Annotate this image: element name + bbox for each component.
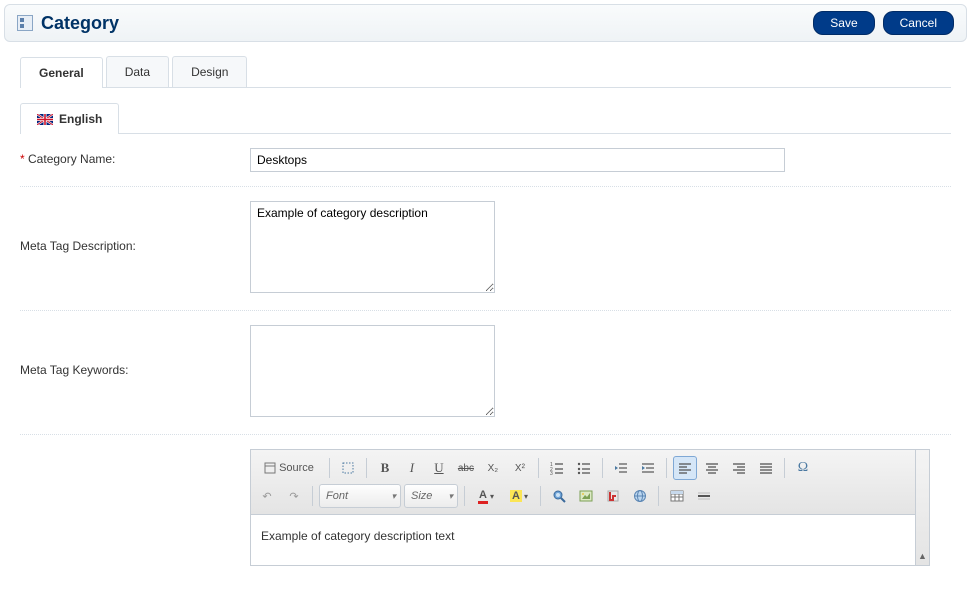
align-right-button[interactable] (727, 456, 751, 480)
link-button[interactable] (628, 484, 652, 508)
cancel-button[interactable]: Cancel (883, 11, 954, 35)
language-tabs: English (20, 102, 951, 134)
language-tab-english[interactable]: English (20, 103, 119, 134)
find-button[interactable] (547, 484, 571, 508)
text-color-button[interactable]: A▾ (471, 484, 501, 508)
subscript-button[interactable]: X₂ (481, 456, 505, 480)
indent-button[interactable] (636, 456, 660, 480)
bold-button[interactable]: B (373, 456, 397, 480)
outdent-button[interactable] (609, 456, 633, 480)
size-select[interactable]: Size (404, 484, 458, 508)
font-select[interactable]: Font (319, 484, 401, 508)
align-left-button[interactable] (673, 456, 697, 480)
undo-button[interactable]: ↶ (255, 484, 279, 508)
editor-content-area[interactable]: Example of category description text (251, 515, 929, 565)
unordered-list-button[interactable] (572, 456, 596, 480)
tab-data[interactable]: Data (106, 56, 169, 87)
toolbar-collapse-button[interactable]: ▲ (915, 450, 929, 565)
bg-color-button[interactable]: A▾ (504, 484, 534, 508)
special-char-button[interactable]: Ω (791, 456, 815, 480)
underline-button[interactable]: U (427, 456, 451, 480)
meta-keywords-textarea[interactable] (250, 325, 495, 417)
flash-button[interactable] (601, 484, 625, 508)
superscript-button[interactable]: X² (508, 456, 532, 480)
meta-description-label: Meta Tag Description: (20, 201, 250, 253)
editor-toolbar: Source B I U abc X₂ X² 123 (251, 450, 929, 515)
rich-text-editor: Source B I U abc X₂ X² 123 (250, 449, 930, 566)
tab-design[interactable]: Design (172, 56, 247, 87)
save-button[interactable]: Save (813, 11, 874, 35)
description-label (20, 449, 250, 453)
horizontal-rule-button[interactable] (692, 484, 716, 508)
tab-general[interactable]: General (20, 57, 103, 88)
italic-button[interactable]: I (400, 456, 424, 480)
strikethrough-button[interactable]: abc (454, 456, 478, 480)
ordered-list-button[interactable]: 123 (545, 456, 569, 480)
align-center-button[interactable] (700, 456, 724, 480)
table-button[interactable] (665, 484, 689, 508)
main-tabs: General Data Design (20, 56, 951, 88)
category-name-input[interactable] (250, 148, 785, 172)
meta-description-textarea[interactable]: Example of category description (250, 201, 495, 293)
source-button[interactable]: Source (255, 456, 323, 480)
uk-flag-icon (37, 114, 53, 125)
meta-keywords-label: Meta Tag Keywords: (20, 325, 250, 377)
category-name-label: * Category Name: (20, 148, 250, 166)
image-button[interactable] (574, 484, 598, 508)
redo-button[interactable]: ↷ (282, 484, 306, 508)
category-icon (17, 15, 33, 31)
language-tab-label: English (59, 112, 102, 126)
selectall-button[interactable] (336, 456, 360, 480)
align-justify-button[interactable] (754, 456, 778, 480)
page-title: Category (41, 13, 119, 34)
svg-text:3: 3 (550, 471, 553, 475)
